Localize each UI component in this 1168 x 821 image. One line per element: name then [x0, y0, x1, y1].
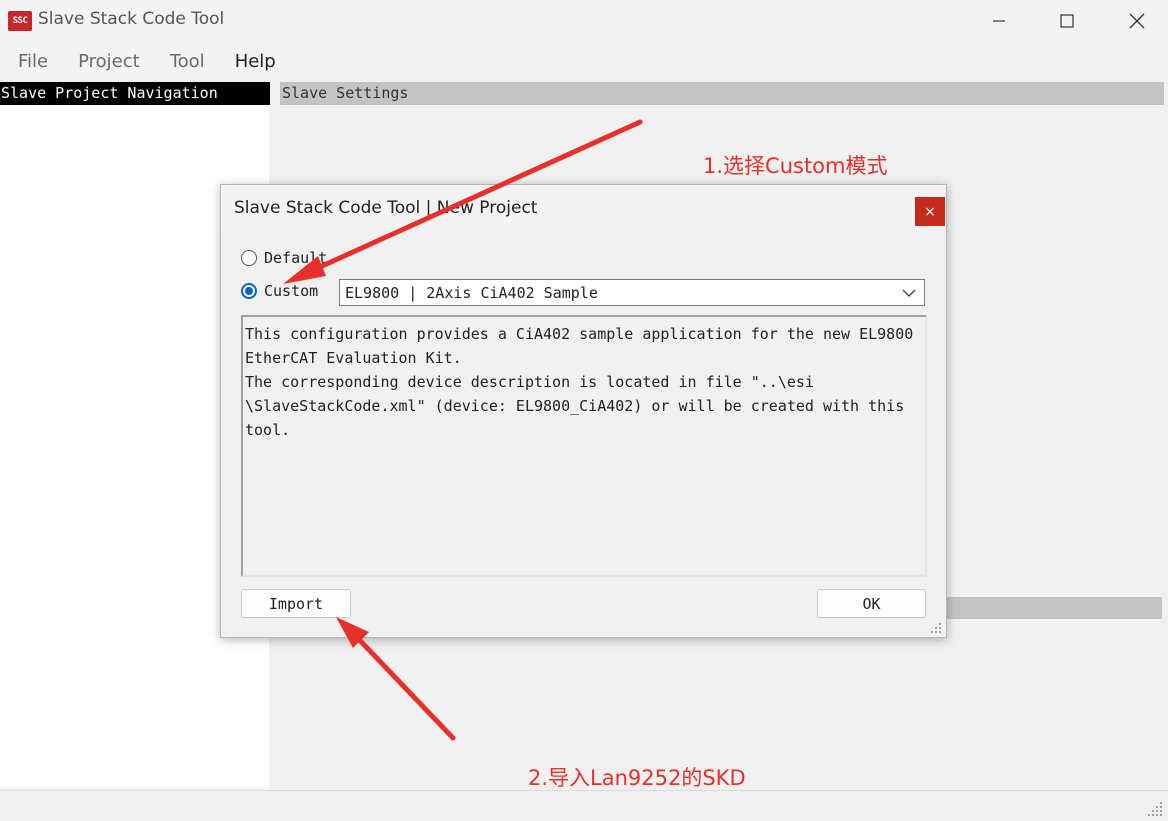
- radio-custom-indicator[interactable]: [241, 283, 257, 299]
- maximize-button[interactable]: [1032, 0, 1102, 42]
- annotation-step-2: 2.导入Lan9252的SKD: [528, 766, 746, 790]
- window-title: Slave Stack Code Tool: [38, 9, 225, 29]
- close-button[interactable]: [1102, 0, 1168, 42]
- close-icon: [1129, 13, 1145, 29]
- radio-default-indicator[interactable]: [241, 250, 257, 266]
- menu-help[interactable]: Help: [235, 51, 276, 72]
- settings-lower-bar: [944, 597, 1162, 619]
- minimize-btn[interactable]: [964, 0, 1034, 42]
- configuration-description: This configuration provides a CiA402 sam…: [241, 315, 927, 577]
- radio-custom-label: Custom: [264, 282, 319, 300]
- radio-custom[interactable]: Custom: [241, 282, 318, 300]
- ok-button[interactable]: OK: [817, 589, 926, 618]
- new-project-dialog: Slave Stack Code Tool | New Project × De…: [220, 184, 947, 638]
- menu-project[interactable]: Project: [78, 51, 140, 72]
- resize-grip-icon[interactable]: [1146, 800, 1164, 818]
- dialog-close-button[interactable]: ×: [915, 197, 945, 226]
- status-bar: [0, 790, 1168, 821]
- app-icon: SSC: [8, 11, 32, 31]
- close-icon: ×: [924, 203, 936, 220]
- annotation-step-1: 1.选择Custom模式: [703, 154, 888, 178]
- import-button[interactable]: Import: [241, 589, 351, 618]
- menu-file[interactable]: File: [18, 51, 48, 72]
- slave-settings-header: Slave Settings: [280, 82, 1164, 105]
- minimize-icon: [993, 20, 1005, 22]
- dialog-title: Slave Stack Code Tool | New Project: [234, 198, 538, 218]
- project-navigation-header: Slave Project Navigation: [0, 82, 270, 105]
- arrow-to-import: [347, 627, 456, 741]
- configuration-select[interactable]: EL9800 | 2Axis CiA402 Sample: [339, 279, 925, 306]
- radio-default-label: Default: [264, 249, 328, 267]
- radio-default[interactable]: Default: [241, 249, 327, 267]
- chevron-down-icon: [902, 289, 916, 297]
- resize-grip-icon[interactable]: [927, 619, 943, 635]
- menubar: File Project Tool Help: [0, 42, 1168, 80]
- dialog-titlebar: Slave Stack Code Tool | New Project ×: [221, 185, 946, 231]
- maximize-icon: [1060, 14, 1074, 28]
- menu-tool[interactable]: Tool: [170, 51, 205, 72]
- configuration-select-value: EL9800 | 2Axis CiA402 Sample: [345, 283, 598, 302]
